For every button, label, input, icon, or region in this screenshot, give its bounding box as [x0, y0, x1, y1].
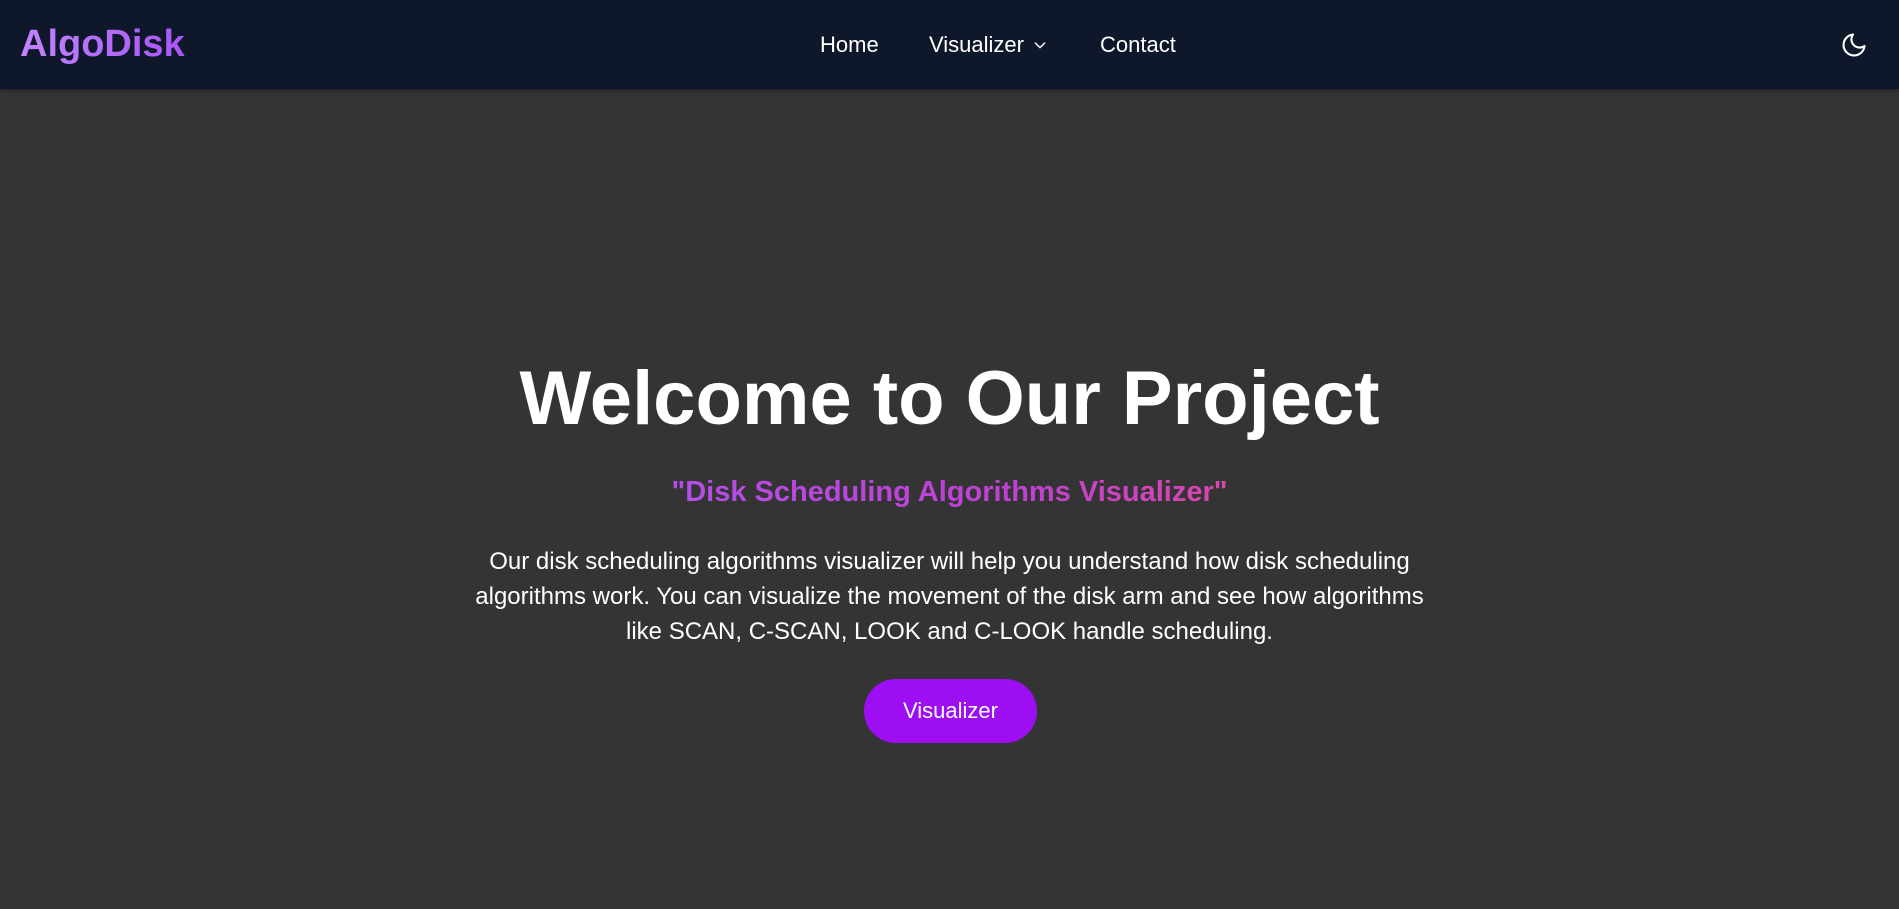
- brand-logo[interactable]: AlgoDisk: [20, 22, 185, 66]
- nav-link-home[interactable]: Home: [820, 30, 879, 60]
- hero-title: Welcome to Our Project: [519, 356, 1380, 441]
- nav-link-contact[interactable]: Contact: [1100, 30, 1176, 60]
- chevron-down-icon: [1034, 42, 1046, 49]
- moon-icon[interactable]: [1840, 31, 1868, 59]
- hero-subtitle-text: "Disk Scheduling Algorithms Visualizer": [671, 476, 1228, 508]
- visualizer-button[interactable]: Visualizer: [864, 679, 1037, 743]
- hero-section: Welcome to Our Project "Disk Scheduling …: [0, 89, 1899, 909]
- nav-links: Home Visualizer Contact: [0, 0, 1899, 89]
- hero-subtitle: "Disk Scheduling Algorithms Visualizer": [0, 474, 1899, 510]
- nav-link-visualizer[interactable]: Visualizer: [929, 30, 1048, 60]
- hero-description: Our disk scheduling algorithms visualize…: [475, 548, 1424, 645]
- nav-link-visualizer-label: Visualizer: [929, 32, 1024, 57]
- top-navbar: AlgoDisk Home Visualizer Contact: [0, 0, 1899, 89]
